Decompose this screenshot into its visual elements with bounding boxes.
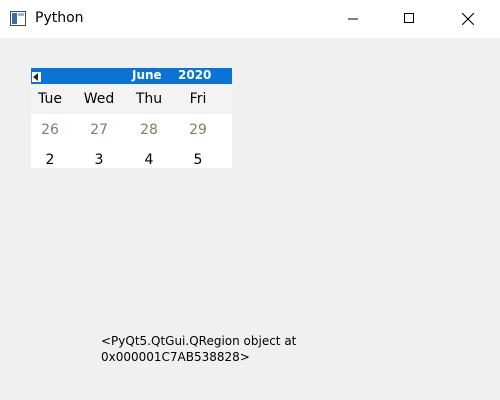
calendar-week-row: 26 27 28 29 — [31, 114, 232, 146]
weekday-label: Fri — [189, 91, 207, 107]
calendar-day-cell[interactable]: 3 — [74, 152, 124, 168]
minimize-icon — [348, 18, 358, 20]
weekday-header: Tue Wed Thu Fri — [31, 84, 232, 114]
calendar-day-cell[interactable]: 26 — [31, 122, 75, 138]
window-title: Python — [35, 10, 84, 26]
close-button[interactable] — [444, 0, 490, 38]
region-output-label: <PyQt5.QtGui.QRegion object at 0x000001C… — [101, 334, 297, 364]
python-app-icon — [10, 11, 26, 26]
weekday-label: Tue — [38, 91, 62, 107]
prev-month-button[interactable] — [31, 69, 43, 82]
calendar-widget[interactable]: June 2020 Tue Wed Thu Fri 26 27 28 29 2 … — [31, 68, 232, 168]
close-icon — [462, 13, 474, 25]
calendar-navigation-bar: June 2020 — [31, 68, 232, 90]
calendar-day-cell[interactable]: 28 — [124, 122, 174, 138]
calendar-day-cell[interactable]: 4 — [124, 152, 174, 168]
weekday-label: Thu — [135, 91, 163, 107]
title-bar[interactable]: Python — [0, 0, 500, 38]
year-button[interactable]: 2020 — [178, 68, 211, 82]
prev-month-arrow-icon — [32, 72, 41, 82]
calendar-day-cell[interactable]: 29 — [173, 122, 223, 138]
calendar-week-row: 2 3 4 5 — [31, 146, 232, 168]
maximize-icon — [404, 13, 414, 23]
minimize-button[interactable] — [330, 0, 376, 38]
maximize-button[interactable] — [386, 0, 432, 38]
weekday-label: Wed — [83, 91, 115, 107]
calendar-day-cell[interactable]: 27 — [74, 122, 124, 138]
calendar-day-cell[interactable]: 5 — [173, 152, 223, 168]
calendar-day-cell[interactable]: 2 — [31, 152, 75, 168]
